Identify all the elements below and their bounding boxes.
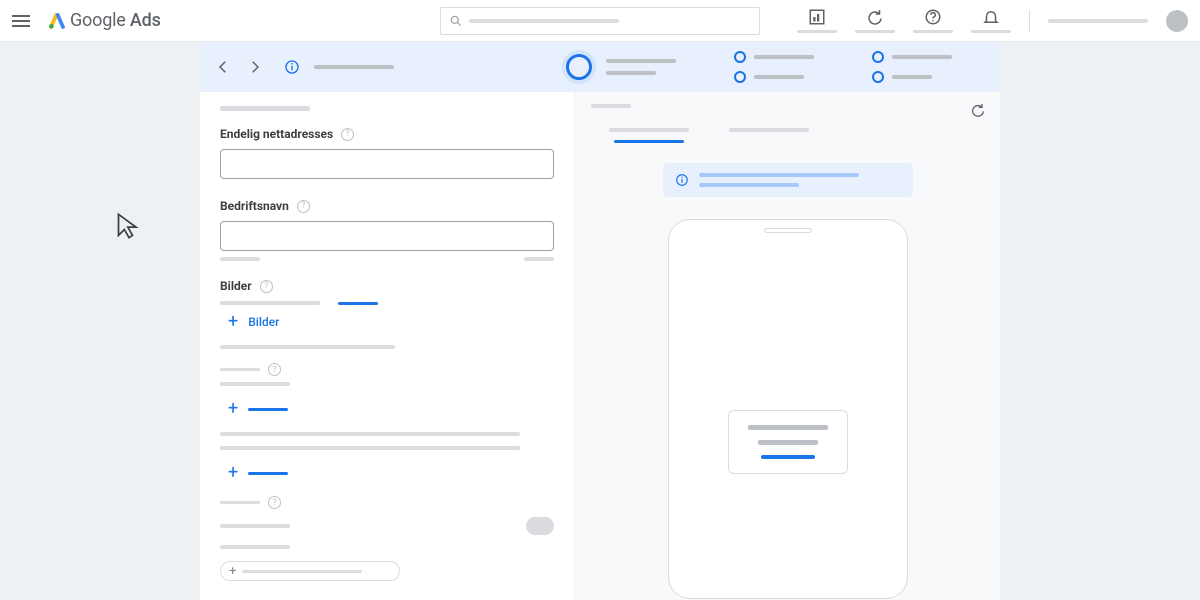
info-icon bbox=[284, 59, 300, 75]
help-icon[interactable]: ? bbox=[268, 496, 281, 509]
workspace: Endelig nettadresses ? Bedriftsnavn ? Bi… bbox=[200, 42, 1000, 600]
step-next[interactable] bbox=[734, 51, 814, 83]
product-logo[interactable]: Google Ads bbox=[48, 10, 161, 31]
google-ads-logo-icon bbox=[48, 12, 66, 30]
field-label bbox=[220, 501, 260, 504]
description-line bbox=[220, 446, 520, 450]
menu-icon[interactable] bbox=[12, 11, 32, 31]
add-images-button[interactable]: + Bilder bbox=[228, 313, 554, 331]
stepper-bar bbox=[200, 42, 1000, 92]
section-divider-text bbox=[220, 345, 395, 349]
preview-info-banner bbox=[663, 163, 913, 197]
preview-tabs bbox=[609, 128, 1000, 143]
final-url-label: Endelig nettadresses bbox=[220, 127, 333, 141]
final-url-input[interactable] bbox=[220, 149, 554, 179]
product-name: Google Ads bbox=[70, 10, 161, 31]
preview-tab-2[interactable] bbox=[729, 128, 809, 143]
step-label bbox=[314, 65, 394, 69]
phone-preview bbox=[668, 219, 908, 599]
refresh-preview-button[interactable] bbox=[970, 102, 986, 118]
plus-icon: + bbox=[229, 564, 236, 579]
search-placeholder bbox=[469, 19, 619, 23]
phone-speaker bbox=[764, 228, 812, 233]
step-current-label bbox=[606, 59, 676, 75]
back-button[interactable] bbox=[214, 58, 232, 76]
reports-button[interactable] bbox=[797, 8, 837, 33]
refresh-icon bbox=[866, 8, 884, 26]
help-icon[interactable]: ? bbox=[268, 363, 281, 376]
help-button[interactable] bbox=[913, 8, 953, 33]
section-heading bbox=[220, 106, 310, 111]
toggle[interactable] bbox=[526, 517, 554, 535]
search-input[interactable] bbox=[440, 7, 760, 35]
top-right-controls bbox=[797, 8, 1188, 33]
preview-tab-1[interactable] bbox=[609, 128, 689, 143]
form-panel: Endelig nettadresses ? Bedriftsnavn ? Bi… bbox=[200, 92, 575, 600]
helper-text bbox=[220, 257, 260, 261]
info-icon bbox=[675, 173, 689, 187]
refresh-button[interactable] bbox=[855, 8, 895, 33]
body: Endelig nettadresses ? Bedriftsnavn ? Bi… bbox=[0, 42, 1200, 600]
account-avatar[interactable] bbox=[1166, 10, 1188, 32]
search-icon bbox=[449, 14, 463, 28]
divider bbox=[1029, 10, 1030, 32]
images-helper bbox=[220, 301, 320, 305]
forward-button[interactable] bbox=[246, 58, 264, 76]
field-label bbox=[220, 368, 260, 371]
char-count bbox=[524, 257, 554, 261]
field-helper bbox=[220, 545, 290, 549]
help-icon bbox=[924, 8, 942, 26]
notifications-button[interactable] bbox=[971, 8, 1011, 33]
plus-icon: + bbox=[228, 313, 238, 331]
preview-panel bbox=[575, 92, 1000, 600]
field-helper bbox=[220, 382, 290, 386]
help-icon[interactable]: ? bbox=[260, 280, 273, 293]
add-item-button-2[interactable]: + bbox=[228, 464, 554, 482]
images-label: Bilder bbox=[220, 279, 252, 293]
help-icon[interactable]: ? bbox=[341, 128, 354, 141]
bar-chart-icon bbox=[808, 8, 826, 26]
ad-preview-card bbox=[728, 410, 848, 474]
step-last[interactable] bbox=[872, 51, 952, 83]
top-bar: Google Ads bbox=[0, 0, 1200, 42]
description-line bbox=[220, 432, 520, 436]
images-link[interactable] bbox=[338, 302, 378, 305]
field-helper bbox=[220, 524, 290, 528]
plus-icon: + bbox=[228, 464, 238, 482]
business-name-input[interactable] bbox=[220, 221, 554, 251]
add-item-button[interactable]: + bbox=[228, 400, 554, 418]
add-chip[interactable]: + bbox=[220, 561, 400, 581]
preview-heading bbox=[591, 104, 631, 108]
plus-icon: + bbox=[228, 400, 238, 418]
account-label bbox=[1048, 19, 1148, 23]
current-step-indicator bbox=[566, 54, 592, 80]
help-icon[interactable]: ? bbox=[297, 200, 310, 213]
bell-icon bbox=[982, 8, 1000, 26]
business-name-label: Bedriftsnavn bbox=[220, 199, 289, 213]
